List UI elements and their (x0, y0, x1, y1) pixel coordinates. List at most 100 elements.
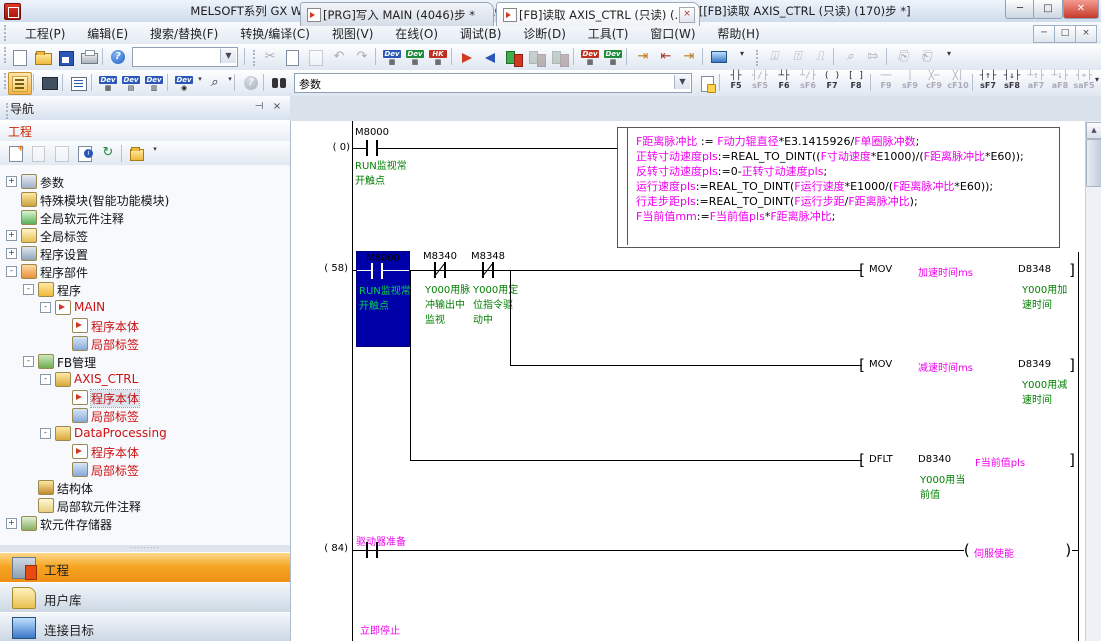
print-icon[interactable] (77, 46, 101, 69)
device-list-icon[interactable]: Dev▤ (119, 72, 143, 95)
nav-paste-icon[interactable] (50, 142, 74, 165)
maximize-button[interactable]: □ (1033, 0, 1063, 19)
read-from-plc-icon[interactable] (479, 46, 503, 69)
toolbar2-overflow-icon[interactable]: ▾ (937, 46, 961, 69)
sampling-1-icon[interactable]: ⎘ (891, 46, 915, 69)
editor-vscrollbar[interactable] (1085, 121, 1101, 641)
ladder-coil-button[interactable]: ( )F7 (820, 71, 844, 94)
intelligent-module-icon[interactable] (38, 72, 62, 95)
navigation-window-icon[interactable] (8, 72, 32, 95)
verify-2-icon[interactable] (525, 46, 549, 69)
tab-main-program[interactable]: [PRG]写入 MAIN (4046)步 * (300, 2, 494, 26)
branch-wire (510, 365, 862, 366)
selected-cell[interactable]: M8000 RUN监视常 开触点 (356, 251, 410, 347)
ladder-falling-branch-button[interactable]: ┴↓├aF8 (1048, 71, 1072, 94)
menu-help[interactable]: 帮助(H) (708, 22, 768, 45)
nav-splitter[interactable]: ········· (0, 545, 290, 552)
undo-icon[interactable]: ↶ (327, 46, 351, 69)
stop-monitor-icon[interactable]: Dev▦ (601, 46, 625, 69)
nav-copy-icon[interactable] (27, 142, 51, 165)
operand-label: F当前值pls (975, 454, 1025, 469)
tab-close-icon[interactable]: × (679, 7, 695, 23)
skip-icon[interactable]: ⇰ (861, 46, 885, 69)
device-comment-icon[interactable]: Dev▦ (96, 72, 120, 95)
ladder-toolbar-overflow-icon[interactable]: ▾ (1092, 72, 1101, 95)
ladder-test-2-icon[interactable]: ⍐ (785, 46, 809, 69)
find-icon[interactable] (268, 72, 292, 95)
menu-project[interactable]: 工程(P) (16, 22, 75, 45)
verify-with-plc-icon[interactable] (502, 46, 526, 69)
ladder-close-contact-button[interactable]: ┤/├sF5 (748, 71, 772, 94)
redo-icon[interactable]: ↷ (350, 46, 374, 69)
pin-icon[interactable]: ⊣ (250, 99, 268, 116)
nav-view-project-button[interactable]: 工程 (0, 552, 290, 583)
project-icon (12, 557, 36, 579)
new-project-icon[interactable] (8, 46, 32, 69)
nav-view-user-library-button[interactable]: 用户库 (0, 582, 290, 613)
start-monitor-icon[interactable]: Dev▦ (578, 46, 602, 69)
nav-view-connection-button[interactable]: 连接目标 (0, 612, 290, 641)
device-comment: 开触点 (359, 297, 389, 312)
menu-grip (4, 25, 10, 41)
close-button[interactable]: ✕ (1063, 0, 1099, 19)
ladder-instruction-button[interactable]: [ ]F8 (844, 71, 868, 94)
ladder-hline-button[interactable]: ──F9 (874, 71, 898, 94)
transfer-setup-icon[interactable]: ⇥ (631, 46, 655, 69)
ladder-rising-pulse-button[interactable]: ┤↑├sF7 (976, 71, 1000, 94)
open-project-icon[interactable] (31, 46, 55, 69)
menu-edit[interactable]: 编辑(E) (78, 22, 137, 45)
gx-works2-window: MELSOFT系列 GX Works2 ...Temp\Rar$DIa4724.… (0, 0, 1101, 641)
transfer-other-icon[interactable]: ⇥ (677, 46, 701, 69)
device-display-icon[interactable]: Dev▦ (380, 46, 404, 69)
help-icon[interactable]: ? (106, 46, 130, 69)
nav-property-icon[interactable]: i (73, 142, 97, 165)
verify-3-icon[interactable] (548, 46, 572, 69)
nav-sort-icon[interactable]: ▾ (126, 142, 158, 165)
monitor-mode-icon[interactable] (707, 46, 731, 69)
ladder-open-contact-button[interactable]: ┤├F5 (724, 71, 748, 94)
ladder-test-1-icon[interactable]: ⍗ (762, 46, 786, 69)
instruction-bracket: [ (857, 262, 866, 278)
param-combo[interactable]: 参数▼ (294, 73, 692, 93)
mdi-restore-button[interactable]: □ (1054, 25, 1076, 43)
ladder-del-hline-button[interactable]: ╳─cF9 (922, 71, 946, 94)
ladder-close-branch-button[interactable]: ┴/├sF6 (796, 71, 820, 94)
menu-find-replace[interactable]: 搜索/替换(F) (141, 22, 227, 45)
find-step-icon[interactable]: ⌕ (838, 46, 862, 69)
minimize-button[interactable]: ─ (1005, 0, 1035, 19)
nav-new-icon[interactable]: + (4, 142, 28, 165)
ladder-del-vline-button[interactable]: ╳│cF10 (946, 71, 970, 94)
scrollbar-thumb[interactable] (1086, 139, 1101, 187)
nav-refresh-icon[interactable]: ↻ (96, 142, 120, 165)
doc-find-icon[interactable] (696, 72, 720, 95)
sampling-2-icon[interactable]: ⎗ (914, 46, 938, 69)
scroll-up-icon[interactable]: ▲ (1086, 122, 1101, 139)
connection-icon (12, 617, 36, 639)
toolbar-view: Dev▦ Dev▤ Dev▥ Dev◉▾ ⌕▾ ? 参数▼ ┤├F5 ┤/├sF… (0, 70, 1101, 97)
ladder-test-3-icon[interactable]: ⎍ (808, 46, 832, 69)
ladder-vline-button[interactable]: │sF9 (898, 71, 922, 94)
mdi-minimize-button[interactable]: ─ (1033, 25, 1055, 43)
mdi-close-button[interactable]: × (1075, 25, 1097, 43)
tab-axis-ctrl-fb[interactable]: [FB]读取 AXIS_CTRL (只读) (... × (496, 2, 700, 26)
nav-close-icon[interactable]: × (268, 99, 286, 116)
function-list-icon[interactable] (67, 72, 91, 95)
remote-operation-icon[interactable]: ⇤ (654, 46, 678, 69)
ladder-rising-branch-button[interactable]: ┴↑├aF7 (1024, 71, 1048, 94)
ladder-falling-pulse-button[interactable]: ┤↓├sF8 (1000, 71, 1024, 94)
device-watch-icon[interactable]: Dev◉▾ (172, 72, 202, 95)
device-test-icon[interactable]: HK▦ (426, 46, 450, 69)
copy-icon[interactable] (281, 46, 305, 69)
paste-icon[interactable] (304, 46, 328, 69)
write-to-plc-icon[interactable] (456, 46, 480, 69)
save-project-icon[interactable] (54, 46, 78, 69)
toolbar-overflow-icon[interactable]: ▾ (730, 46, 754, 69)
inline-st-block[interactable]: F距离脉冲比 := F动力辊直径*E3.1415926/F单圈脉冲数; 正转寸动… (617, 127, 1060, 248)
cut-icon[interactable]: ✂ (258, 46, 282, 69)
device-monitor-icon[interactable]: Dev▦ (403, 46, 427, 69)
ladder-open-branch-button[interactable]: ┴├F6 (772, 71, 796, 94)
device-batch-icon[interactable]: Dev▥ (142, 72, 166, 95)
window-combo[interactable]: ▼ (132, 47, 238, 67)
find-device-icon[interactable]: ⌕▾ (202, 72, 232, 95)
help2-icon[interactable]: ? (239, 72, 263, 95)
